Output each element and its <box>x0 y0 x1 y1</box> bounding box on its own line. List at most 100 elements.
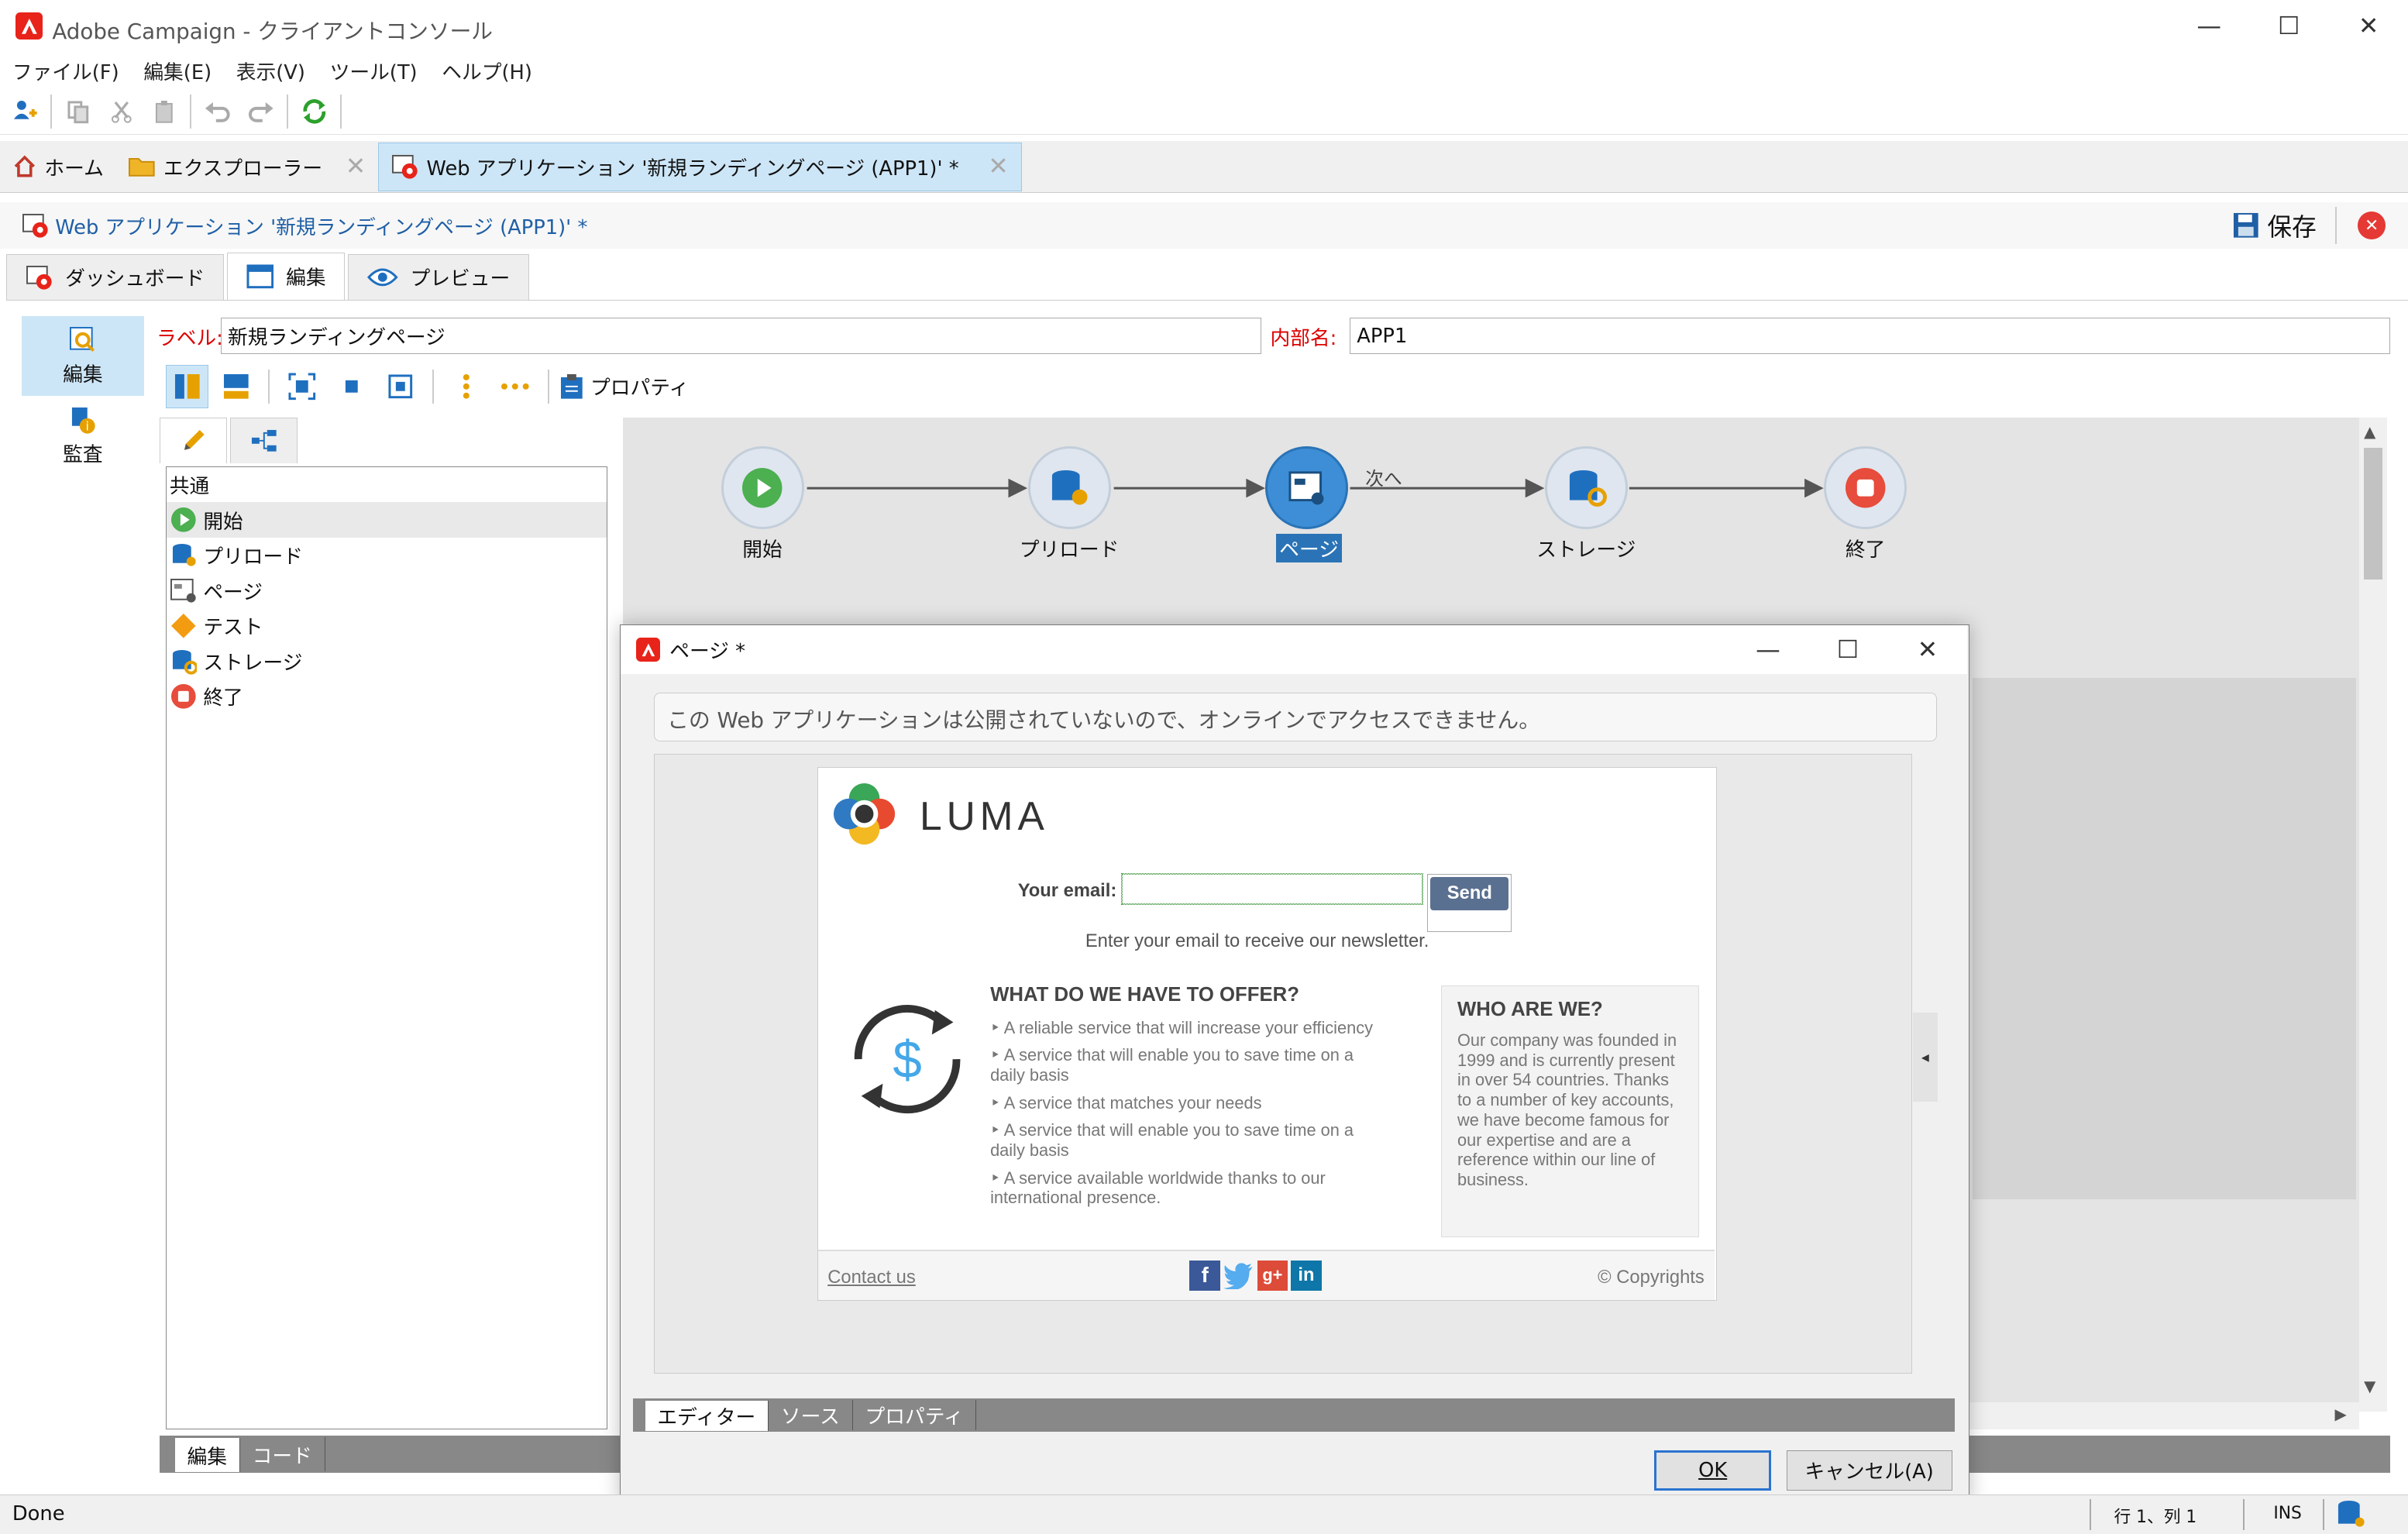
label-input[interactable] <box>221 317 1261 355</box>
tab-activities[interactable] <box>159 417 228 463</box>
tab-home[interactable]: ホーム <box>0 143 116 191</box>
luma-brand: LUMA <box>920 793 1049 838</box>
internal-name-input[interactable] <box>1350 317 2390 355</box>
save-icon <box>2233 213 2258 238</box>
close-window-button[interactable]: ✕ <box>2329 0 2408 52</box>
close-document-icon[interactable]: ✕ <box>2358 212 2386 239</box>
palette-item-page[interactable]: ページ <box>167 573 607 609</box>
redo-icon[interactable] <box>239 90 282 132</box>
copy-icon[interactable] <box>57 90 99 132</box>
cancel-button[interactable]: キャンセル(A) <box>1786 1450 1952 1491</box>
menu-edit[interactable]: 編集(E) <box>131 57 223 85</box>
end-icon <box>1845 467 1886 508</box>
audit-icon: i <box>72 407 95 434</box>
palette-item-preload[interactable]: プリロード <box>167 538 607 573</box>
tab-explorer-label: エクスプローラー <box>163 156 323 181</box>
zoom-fit-icon[interactable] <box>379 365 421 408</box>
vertical-align-icon[interactable] <box>445 365 487 408</box>
tab-editor[interactable]: エディター <box>645 1400 769 1432</box>
preload-icon <box>1052 469 1088 505</box>
title-bar: Adobe Campaign - クライアントコンソール — ☐ ✕ <box>0 0 2408 53</box>
dollar-cycle-icon: $ <box>854 1005 961 1114</box>
offer-item: ‣ A service that matches your needs <box>990 1092 1262 1113</box>
tab-preview[interactable]: プレビュー <box>348 253 529 301</box>
nav-audit[interactable]: i 監査 <box>22 396 144 476</box>
tab-dashboard[interactable]: ダッシュボード <box>5 253 225 301</box>
database-status-icon <box>2337 1501 2365 1528</box>
storage-icon <box>172 649 198 675</box>
nav-edit[interactable]: 編集 <box>21 315 145 396</box>
close-tab-icon[interactable]: ✕ <box>346 153 366 181</box>
tab-source[interactable]: ソース <box>769 1399 853 1431</box>
offer-item: ‣ A service that will enable you to save… <box>990 1120 1354 1161</box>
who-title: WHO ARE WE? <box>1457 998 1603 1020</box>
node-preload[interactable] <box>1027 446 1111 530</box>
palette-item-storage[interactable]: ストレージ <box>167 644 607 679</box>
maximize-button[interactable]: ☐ <box>2249 0 2329 52</box>
actual-size-icon[interactable] <box>330 365 373 408</box>
dialog-tabs: エディター ソース プロパティ <box>632 1398 1956 1433</box>
palette-item-end[interactable]: 終了 <box>167 679 607 714</box>
tab-bottom-edit[interactable]: 編集 <box>174 1438 240 1472</box>
offer-list: ‣ A reliable service that will increase … <box>984 1018 1386 1208</box>
palette-item-start[interactable]: 開始 <box>166 502 607 538</box>
undo-icon[interactable] <box>196 90 239 132</box>
linkedin-icon[interactable]: in <box>1291 1260 1322 1292</box>
internal-name-caption: 内部名: <box>1270 326 1337 350</box>
transition-label: 次へ <box>1365 467 1402 490</box>
tab-edit[interactable]: 編集 <box>226 252 346 301</box>
tab-explorer[interactable]: エクスプローラー ✕ <box>116 143 379 191</box>
facebook-icon[interactable]: f <box>1189 1260 1221 1292</box>
adobe-logo-icon <box>15 12 43 40</box>
close-tab-icon[interactable]: ✕ <box>988 153 1009 181</box>
layout-horizontal-icon[interactable] <box>215 365 257 408</box>
new-user-icon[interactable] <box>3 90 46 132</box>
node-end[interactable] <box>1824 446 1907 530</box>
horizontal-align-icon[interactable] <box>494 365 536 408</box>
dialog-close-button[interactable]: ✕ <box>1887 625 1967 674</box>
palette-item-test[interactable]: テスト <box>167 608 607 644</box>
label-caption: ラベル: <box>156 326 223 350</box>
twitter-icon[interactable] <box>1223 1261 1254 1292</box>
contact-link[interactable]: Contact us <box>827 1267 916 1288</box>
menu-file[interactable]: ファイル(F) <box>0 57 131 85</box>
layout-vertical-icon[interactable] <box>165 365 209 408</box>
google-plus-icon[interactable]: g+ <box>1257 1260 1288 1292</box>
node-page[interactable] <box>1265 446 1349 530</box>
fit-to-screen-icon[interactable] <box>280 365 323 408</box>
tab-bottom-code[interactable]: コード <box>240 1437 325 1471</box>
cut-icon[interactable] <box>100 90 143 132</box>
dialog-minimize-button[interactable]: — <box>1728 625 1808 674</box>
refresh-icon[interactable] <box>293 90 335 132</box>
properties-button[interactable]: プロパティ <box>559 372 689 401</box>
send-button[interactable]: Send <box>1430 876 1509 911</box>
paste-icon[interactable] <box>143 90 185 132</box>
save-button[interactable]: 保存 <box>2231 205 2317 245</box>
webapp-icon <box>26 266 52 290</box>
node-end-label: 終了 <box>1845 538 1886 562</box>
tab-webapp[interactable]: Web アプリケーション '新規ランディングページ (APP1)' * ✕ <box>378 142 1022 191</box>
tab-webapp-label: Web アプリケーション '新規ランディングページ (APP1)' * <box>426 156 959 181</box>
who-text: Our company was founded in 1999 and is c… <box>1457 1030 1677 1189</box>
main-toolbar <box>0 89 2408 136</box>
menu-tools[interactable]: ツール(T) <box>318 57 430 85</box>
menu-help[interactable]: ヘルプ(H) <box>429 57 544 85</box>
node-start[interactable] <box>721 446 804 530</box>
tab-structure[interactable] <box>229 417 298 463</box>
dialog-maximize-button[interactable]: ☐ <box>1808 625 1887 674</box>
menu-view[interactable]: 表示(V) <box>224 57 318 85</box>
newsletter-subtitle: Enter your email to receive our newslett… <box>1085 930 1429 951</box>
collapse-panel-handle[interactable]: ◂ <box>1913 1012 1938 1102</box>
test-icon <box>170 613 196 638</box>
svg-text:i: i <box>86 419 89 434</box>
vertical-scrollbar[interactable]: ▲ ▼ <box>2359 417 2387 1412</box>
minimize-button[interactable]: — <box>2169 0 2249 52</box>
start-icon <box>170 507 196 533</box>
svg-text:$: $ <box>893 1031 921 1089</box>
node-storage[interactable] <box>1544 446 1628 530</box>
status-bar: Done 行 1、列 1 INS <box>0 1494 2408 1534</box>
tab-properties[interactable]: プロパティ <box>853 1399 977 1431</box>
copyright: © Copyrights <box>1598 1266 1705 1288</box>
ok-button[interactable]: OK <box>1654 1450 1771 1491</box>
email-input[interactable] <box>1121 872 1424 906</box>
